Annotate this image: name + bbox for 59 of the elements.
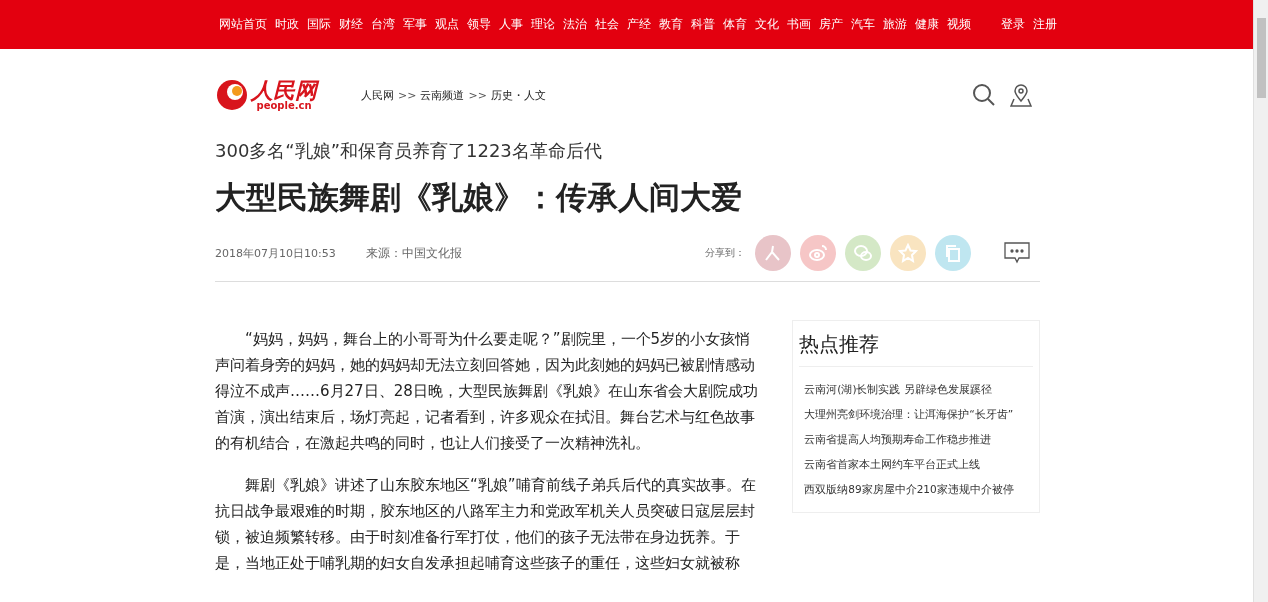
nav-link[interactable]: 文化 xyxy=(755,16,779,33)
news-link[interactable]: 云南省首家本土网约车平台正式上线 xyxy=(799,452,1033,477)
nav-link[interactable]: 汽车 xyxy=(851,16,875,33)
article-subtitle: 300多名“乳娘”和保育员养育了1223名革命后代 xyxy=(215,139,603,163)
article-source: 来源：中国文化报 xyxy=(365,244,462,262)
nav-link[interactable]: 观点 xyxy=(435,16,459,33)
chat-bubbles-icon xyxy=(853,243,873,263)
news-link[interactable]: 大理州亮剑环境治理：让洱海保护“长牙齿” xyxy=(799,402,1033,427)
nav-link[interactable]: 视频 xyxy=(947,16,971,33)
article-title: 大型民族舞剧《乳娘》：传承人间大爱 xyxy=(215,178,743,217)
nav-link[interactable]: 法治 xyxy=(563,16,587,33)
share-label: 分享到： xyxy=(705,246,745,260)
nav-link[interactable]: 书画 xyxy=(787,16,811,33)
nav-link[interactable]: 产经 xyxy=(627,16,651,33)
breadcrumb-link[interactable]: 人民网 xyxy=(361,87,394,103)
location-pin-icon[interactable] xyxy=(1010,83,1032,107)
nav-link[interactable]: 时政 xyxy=(275,16,299,33)
news-link[interactable]: 云南河(湖)长制实践 另辟绿色发展蹊径 xyxy=(799,377,1033,402)
article-paragraph: “妈妈，妈妈，舞台上的小哥哥为什么要走呢？”剧院里，一个5岁的小女孩悄声问着身旁的妈妈，她的妈妈却无法立刻回答她，因为此刻她的妈妈已被剧情感动得泣不成声……6月27日、28日晚，大型民族舞剧《乳娘》在山东省会大剧院成功首演，演出结束后，场灯亮起，记者看到，许多观众在拭泪。舞台艺术与红色故事的有机结合，在激起共鸣的同时，也让人们接受了一次精神洗礼。 xyxy=(215,329,759,454)
news-link[interactable]: 云南省提高人均预期寿命工作稳步推进 xyxy=(799,427,1033,452)
nav-link[interactable]: 人事 xyxy=(499,16,523,33)
nav-link[interactable]: 旅游 xyxy=(883,16,907,33)
logo-domain: people.cn xyxy=(256,101,312,111)
nav-link[interactable]: 网站首页 xyxy=(219,16,267,33)
star-icon xyxy=(898,243,918,263)
share-button[interactable] xyxy=(890,235,926,271)
nav-link[interactable]: 教育 xyxy=(659,16,683,33)
account-link[interactable]: 登录 xyxy=(1001,16,1025,33)
nav-link[interactable]: 军事 xyxy=(403,16,427,33)
panel-title: 热点推荐 xyxy=(799,321,1033,367)
nav-link[interactable]: 科普 xyxy=(691,16,715,33)
copy-icon xyxy=(943,243,963,263)
publish-date: 2018年07月10日10:53 xyxy=(215,245,336,261)
nav-link[interactable]: 社会 xyxy=(595,16,619,33)
share-button[interactable] xyxy=(755,235,791,271)
article-paragraph: 舞剧《乳娘》讲述了山东胶东地区“乳娘”哺育前线子弟兵后代的真实故事。在抗日战争最艰难的时期，胶东地区的八路军主力和党政军机关人员突破日寇层层封锁，被迫频繁转移。由于时刻准备行军打仗，他们的孩子无法带在身边抚养。于是，当地正处于哺乳期的妇女自发承担起哺育这些孩子的重任，这些妇女就被称 xyxy=(215,475,757,574)
scrollbar[interactable] xyxy=(1253,0,1268,602)
comment-icon[interactable] xyxy=(1004,242,1030,264)
breadcrumb-separator: >> xyxy=(398,88,417,102)
search-icon[interactable] xyxy=(972,83,996,107)
logo-icon xyxy=(215,78,249,112)
account-link[interactable]: 注册 xyxy=(1033,16,1057,33)
breadcrumb-link[interactable]: 历史・人文 xyxy=(490,87,546,103)
news-link[interactable]: 西双版纳89家房屋中介210家违规中介被停 xyxy=(799,477,1033,502)
nav-link[interactable]: 国际 xyxy=(307,16,331,33)
breadcrumb-link[interactable]: 云南频道 xyxy=(420,87,465,103)
person-icon xyxy=(763,243,783,263)
eye-icon xyxy=(808,243,828,263)
nav-link[interactable]: 台湾 xyxy=(371,16,395,33)
share-button[interactable] xyxy=(800,235,836,271)
nav-link[interactable]: 房产 xyxy=(819,16,843,33)
share-button[interactable] xyxy=(935,235,971,271)
nav-link[interactable]: 理论 xyxy=(531,16,555,33)
nav-link[interactable]: 领导 xyxy=(467,16,491,33)
nav-link[interactable]: 财经 xyxy=(339,16,363,33)
breadcrumb-separator: >> xyxy=(468,88,487,102)
nav-link[interactable]: 健康 xyxy=(915,16,939,33)
share-button[interactable] xyxy=(845,235,881,271)
nav-link[interactable]: 体育 xyxy=(723,16,747,33)
